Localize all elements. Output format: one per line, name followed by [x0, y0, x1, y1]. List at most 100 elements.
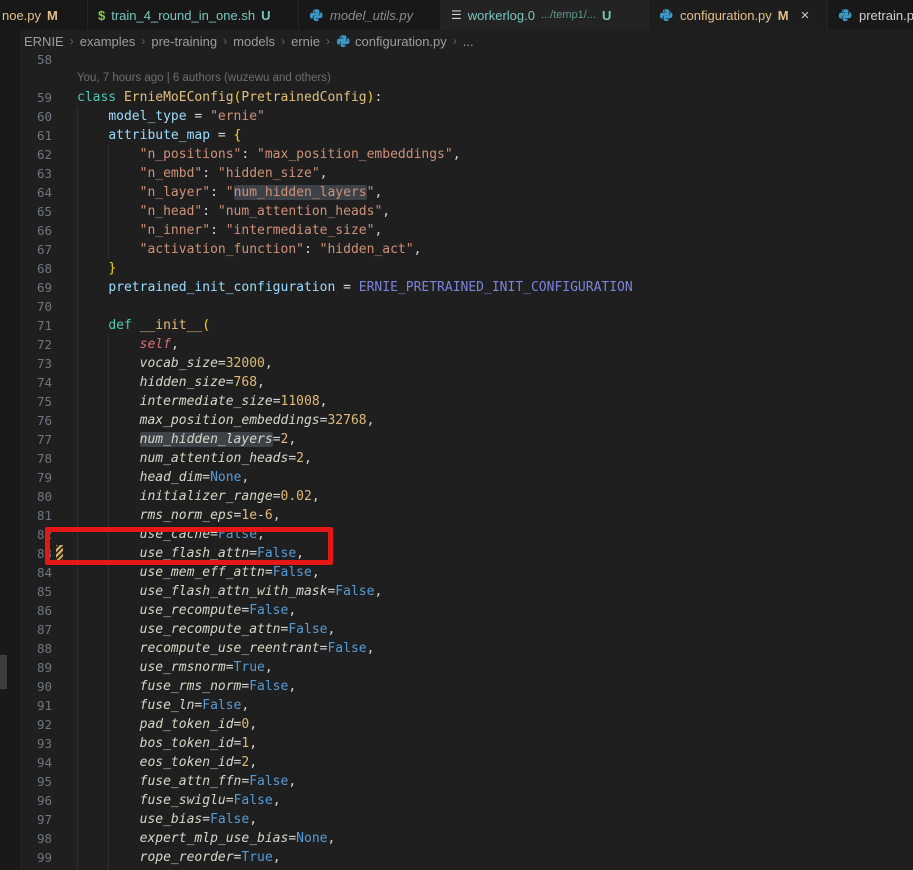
line-number[interactable]: 74	[20, 373, 70, 392]
breadcrumb-item[interactable]: ERNIE	[24, 34, 64, 49]
breadcrumb-item[interactable]: configuration.py	[336, 34, 447, 49]
code-line[interactable]: 78 num_attention_heads=2,	[20, 449, 913, 468]
code-line[interactable]: 82 use_cache=False,	[20, 525, 913, 544]
code-line[interactable]: 88 recompute_use_reentrant=False,	[20, 639, 913, 658]
line-number[interactable]: 73	[20, 354, 70, 373]
close-icon[interactable]: ×	[801, 7, 810, 24]
line-number[interactable]: 99	[20, 848, 70, 867]
line-number[interactable]: 86	[20, 601, 70, 620]
line-number[interactable]: 82	[20, 525, 70, 544]
line-number[interactable]	[20, 69, 70, 88]
code-line[interactable]: 72 self,	[20, 335, 913, 354]
line-number[interactable]: 63	[20, 164, 70, 183]
line-number[interactable]: 94	[20, 753, 70, 772]
line-number[interactable]: 93	[20, 734, 70, 753]
code-line[interactable]: 99 rope_reorder=True,	[20, 848, 913, 867]
line-number[interactable]: 76	[20, 411, 70, 430]
code-line[interactable]: 70	[20, 297, 913, 316]
tab-configuration[interactable]: configuration.pyM×	[649, 0, 828, 30]
line-number[interactable]: 72	[20, 335, 70, 354]
code-line[interactable]: 86 use_recompute=False,	[20, 601, 913, 620]
line-number[interactable]: 96	[20, 791, 70, 810]
code-editor[interactable]: 58You, 7 hours ago | 6 authors (wuzewu a…	[20, 50, 913, 870]
line-number[interactable]: 70	[20, 297, 70, 316]
line-number[interactable]: 71	[20, 316, 70, 335]
tab-noe-py[interactable]: noe.pyM	[0, 0, 88, 30]
line-number[interactable]: 81	[20, 506, 70, 525]
code-line[interactable]: You, 7 hours ago | 6 authors (wuzewu and…	[20, 69, 913, 88]
line-number[interactable]: 80	[20, 487, 70, 506]
line-number[interactable]: 78	[20, 449, 70, 468]
code-line[interactable]: 66 "n_inner": "intermediate_size",	[20, 221, 913, 240]
code-line[interactable]: 93 bos_token_id=1,	[20, 734, 913, 753]
line-number[interactable]: 89	[20, 658, 70, 677]
code-line[interactable]: 60 model_type = "ernie"	[20, 107, 913, 126]
line-number[interactable]: 67	[20, 240, 70, 259]
code-line[interactable]: 76 max_position_embeddings=32768,	[20, 411, 913, 430]
line-number[interactable]: 62	[20, 145, 70, 164]
code-line[interactable]: 62 "n_positions": "max_position_embeddin…	[20, 145, 913, 164]
breadcrumb-item[interactable]: models	[233, 34, 275, 49]
code-line[interactable]: 98 expert_mlp_use_bias=None,	[20, 829, 913, 848]
line-number[interactable]: 79	[20, 468, 70, 487]
code-line[interactable]: 69 pretrained_init_configuration = ERNIE…	[20, 278, 913, 297]
code-line[interactable]: 64 "n_layer": "num_hidden_layers",	[20, 183, 913, 202]
code-line[interactable]: 58	[20, 50, 913, 69]
line-number[interactable]: 90	[20, 677, 70, 696]
breadcrumb-item[interactable]: pre-training	[151, 34, 217, 49]
breadcrumb-item[interactable]: ernie	[291, 34, 320, 49]
line-number[interactable]: 77	[20, 430, 70, 449]
line-number[interactable]: 66	[20, 221, 70, 240]
code-line[interactable]: 95 fuse_attn_ffn=False,	[20, 772, 913, 791]
line-number[interactable]: 98	[20, 829, 70, 848]
line-number[interactable]: 64	[20, 183, 70, 202]
line-number[interactable]: 65	[20, 202, 70, 221]
code-line[interactable]: 77 num_hidden_layers=2,	[20, 430, 913, 449]
line-number[interactable]: 58	[20, 50, 70, 69]
line-number[interactable]: 61	[20, 126, 70, 145]
code-line[interactable]: 61 attribute_map = {	[20, 126, 913, 145]
code-line[interactable]: 87 use_recompute_attn=False,	[20, 620, 913, 639]
breadcrumb-item[interactable]: ...	[463, 34, 474, 49]
left-scrollbar-thumb[interactable]	[0, 655, 7, 689]
code-line[interactable]: 75 intermediate_size=11008,	[20, 392, 913, 411]
line-number[interactable]: 68	[20, 259, 70, 278]
code-line[interactable]: 92 pad_token_id=0,	[20, 715, 913, 734]
line-number[interactable]: 59	[20, 88, 70, 107]
breadcrumb-item[interactable]: examples	[80, 34, 136, 49]
code-line[interactable]: 91 fuse_ln=False,	[20, 696, 913, 715]
code-line[interactable]: 74 hidden_size=768,	[20, 373, 913, 392]
line-number[interactable]: 85	[20, 582, 70, 601]
line-number[interactable]: 88	[20, 639, 70, 658]
line-number[interactable]: 87	[20, 620, 70, 639]
tab-pretrain[interactable]: pretrain.py	[828, 0, 913, 30]
code-line[interactable]: 84 use_mem_eff_attn=False,	[20, 563, 913, 582]
line-number[interactable]: 69	[20, 278, 70, 297]
code-line[interactable]: 97 use_bias=False,	[20, 810, 913, 829]
tab-workerlog[interactable]: ☰workerlog.0.../temp1/...U	[441, 0, 649, 30]
code-line[interactable]: 80 initializer_range=0.02,	[20, 487, 913, 506]
code-line[interactable]: 81 rms_norm_eps=1e-6,	[20, 506, 913, 525]
code-line[interactable]: 71 def __init__(	[20, 316, 913, 335]
code-line[interactable]: 89 use_rmsnorm=True,	[20, 658, 913, 677]
line-number[interactable]: 95	[20, 772, 70, 791]
code-line[interactable]: 85 use_flash_attn_with_mask=False,	[20, 582, 913, 601]
code-line[interactable]: 96 fuse_swiglu=False,	[20, 791, 913, 810]
code-line[interactable]: 67 "activation_function": "hidden_act",	[20, 240, 913, 259]
tab-train-script[interactable]: $train_4_round_in_one.shU	[88, 0, 299, 30]
code-line[interactable]: 68 }	[20, 259, 913, 278]
line-number[interactable]: 97	[20, 810, 70, 829]
code-line[interactable]: 59class ErnieMoEConfig(PretrainedConfig)…	[20, 88, 913, 107]
code-line[interactable]: 90 fuse_rms_norm=False,	[20, 677, 913, 696]
code-line[interactable]: 79 head_dim=None,	[20, 468, 913, 487]
code-line[interactable]: 63 "n_embd": "hidden_size",	[20, 164, 913, 183]
code-line[interactable]: 94 eos_token_id=2,	[20, 753, 913, 772]
line-number[interactable]: 92	[20, 715, 70, 734]
line-number[interactable]: 84	[20, 563, 70, 582]
tab-model-utils[interactable]: model_utils.py	[299, 0, 441, 30]
code-line[interactable]: 73 vocab_size=32000,	[20, 354, 913, 373]
code-line[interactable]: 83 use_flash_attn=False,	[20, 544, 913, 563]
line-number[interactable]: 75	[20, 392, 70, 411]
line-number[interactable]: 91	[20, 696, 70, 715]
code-line[interactable]: 65 "n_head": "num_attention_heads",	[20, 202, 913, 221]
